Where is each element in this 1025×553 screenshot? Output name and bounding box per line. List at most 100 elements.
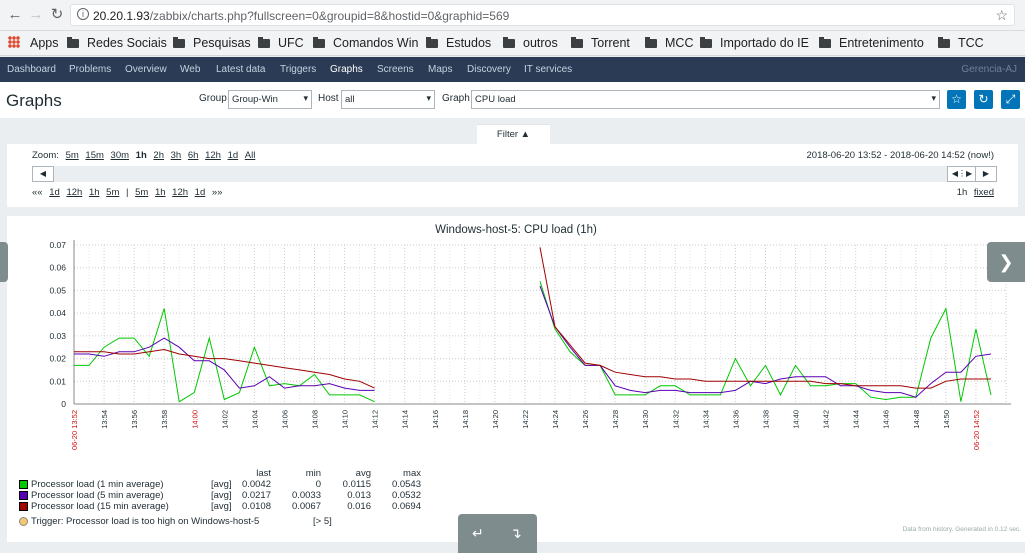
back-icon[interactable]: ← [6, 6, 24, 24]
nav-back-12h[interactable]: 12h [66, 187, 82, 198]
redo-arrow-icon[interactable]: ↴ [510, 525, 522, 542]
zoom-6h[interactable]: 6h [188, 150, 199, 161]
favorite-star-icon[interactable]: ☆ [947, 90, 966, 109]
nav-fwd-12h[interactable]: 12h [172, 187, 188, 198]
trigger-swatch [19, 517, 28, 526]
menu-dashboard[interactable]: Dashboard [7, 64, 56, 75]
zoom-15m[interactable]: 15m [85, 150, 103, 161]
zoom-label: Zoom: [32, 150, 59, 161]
nav-fwd-1d[interactable]: 1d [195, 187, 206, 198]
previous-graph-tab[interactable] [0, 242, 8, 282]
legend-last: 0.0108 [241, 501, 271, 512]
x-tick-label: 14:38 [761, 410, 770, 429]
y-tick-label: 0.04 [49, 308, 66, 318]
zoom-2h[interactable]: 2h [153, 150, 164, 161]
legend-header-last: last [256, 468, 271, 479]
legend-swatch [19, 491, 28, 500]
graph-label: Graph [442, 93, 470, 104]
nav-back-1d[interactable]: 1d [49, 187, 60, 198]
bookmark-folder[interactable]: Torrent [571, 36, 630, 50]
x-tick-label: 14:46 [882, 410, 891, 429]
nav-fwd-all[interactable]: »» [212, 187, 223, 198]
legend-label: Processor load (1 min average) [31, 479, 164, 490]
menu-triggers[interactable]: Triggers [280, 64, 316, 75]
folder-icon [938, 37, 950, 48]
bookmark-folder[interactable]: outros [503, 36, 558, 50]
bookmark-folder[interactable]: Entretenimento [819, 36, 924, 50]
reload-icon[interactable]: ↻ [48, 6, 66, 24]
group-label: Group [199, 93, 227, 104]
chart-svg[interactable]: 0.07 0.06 0.05 0.04 0.03 0.02 0.01 0 06-20 13:52… [7, 216, 1025, 466]
group-select[interactable]: Group-Win [228, 90, 312, 109]
legend-avg: 0.013 [347, 490, 371, 501]
undo-arrow-icon[interactable]: ↵ [472, 525, 484, 542]
fullscreen-icon[interactable]: ⤢ [1001, 90, 1020, 109]
zoom-3h[interactable]: 3h [171, 150, 182, 161]
address-bar[interactable]: i 20.20.1.93/zabbix/charts.php?fullscree… [70, 4, 1015, 26]
nav-back-5m[interactable]: 5m [106, 187, 119, 198]
menu-graphs[interactable]: Graphs [330, 64, 363, 75]
zoom-all[interactable]: All [245, 150, 256, 161]
legend-trigger: Trigger: Processor load is too high on W… [19, 516, 439, 528]
menu-maps[interactable]: Maps [428, 64, 452, 75]
chart-navigation-controls: ↵ ↴ [458, 514, 537, 553]
graph-select[interactable]: CPU load [471, 90, 940, 109]
x-tick-label: 14:12 [371, 410, 380, 429]
x-tick-label: 13:56 [130, 410, 139, 429]
bookmark-folder[interactable]: MCC [645, 36, 693, 50]
bookmark-folder[interactable]: Importado do IE [700, 36, 809, 50]
nav-back-all[interactable]: «« [32, 187, 43, 198]
bookmark-folder[interactable]: Pesquisas [173, 36, 251, 50]
menu-latest-data[interactable]: Latest data [216, 64, 265, 75]
bookmark-star-icon[interactable]: ☆ [995, 7, 1008, 24]
nav-back-1h[interactable]: 1h [89, 187, 100, 198]
info-icon[interactable]: i [77, 8, 89, 20]
forward-icon[interactable]: → [27, 6, 45, 24]
nav-fwd-5m[interactable]: 5m [135, 187, 148, 198]
menu-problems[interactable]: Problems [69, 64, 111, 75]
x-tick-label: 14:14 [401, 410, 410, 429]
legend-min: 0 [315, 479, 321, 490]
zoom-5m[interactable]: 5m [66, 150, 79, 161]
nav-fwd-1h[interactable]: 1h [155, 187, 166, 198]
url-text[interactable]: 20.20.1.93/zabbix/charts.php?fullscreen=… [93, 9, 509, 23]
folder-icon [700, 37, 712, 48]
bookmarks-bar: Apps Redes Sociais Pesquisas UFC Comando… [0, 31, 1025, 56]
x-tick-label: 14:20 [491, 410, 500, 429]
page-title: Graphs [6, 91, 62, 110]
menu-it-services[interactable]: IT services [524, 64, 572, 75]
browser-toolbar: ← → ↻ i 20.20.1.93/zabbix/charts.php?ful… [0, 0, 1025, 31]
scroll-left-button[interactable]: ◀ [32, 166, 54, 182]
host-select[interactable]: all [341, 90, 435, 109]
next-graph-arrow-icon[interactable]: ❯ [987, 242, 1025, 282]
zoom-30m[interactable]: 30m [111, 150, 129, 161]
bookmark-folder[interactable]: Comandos Win [313, 36, 418, 50]
legend-min: 0.0033 [291, 490, 321, 501]
legend-func: [avg] [211, 479, 232, 490]
filter-tab[interactable]: Filter ▲ [477, 124, 550, 145]
menu-overview[interactable]: Overview [125, 64, 167, 75]
legend-swatch [19, 502, 28, 511]
bookmark-folder[interactable]: Redes Sociais [67, 36, 167, 50]
time-scrollbar[interactable]: ◀ ◀⋮▶ ▶ [32, 166, 997, 182]
menu-discovery[interactable]: Discovery [467, 64, 511, 75]
x-tick-label: 14:36 [731, 410, 740, 429]
x-tick-label: 14:16 [431, 410, 440, 429]
refresh-icon[interactable]: ↻ [974, 90, 993, 109]
zoom-1d[interactable]: 1d [228, 150, 239, 161]
x-tick-label: 14:22 [521, 410, 530, 429]
bookmark-apps[interactable]: Apps [8, 36, 59, 50]
menu-web[interactable]: Web [180, 64, 200, 75]
span-controls: 1h fixed [957, 187, 994, 198]
scroll-handle[interactable]: ◀⋮▶ [947, 166, 977, 182]
scroll-right-button[interactable]: ▶ [975, 166, 997, 182]
legend-avg: 0.016 [347, 501, 371, 512]
bookmark-folder[interactable]: TCC [938, 36, 984, 50]
fixed-toggle[interactable]: fixed [974, 187, 994, 198]
legend-series-3: Processor load (15 min average) [avg] 0.… [19, 501, 439, 513]
zoom-1h[interactable]: 1h [136, 150, 147, 161]
bookmark-folder[interactable]: Estudos [426, 36, 491, 50]
menu-screens[interactable]: Screens [377, 64, 414, 75]
zoom-12h[interactable]: 12h [205, 150, 221, 161]
bookmark-folder[interactable]: UFC [258, 36, 304, 50]
